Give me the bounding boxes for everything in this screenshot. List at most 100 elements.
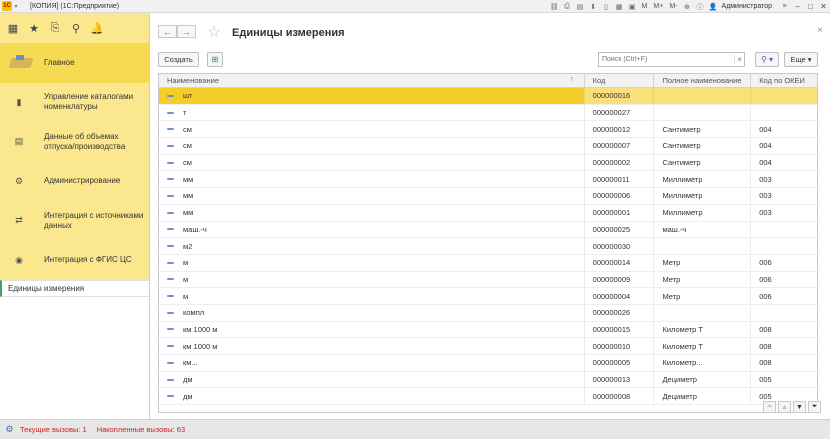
cell-code-text: 000000005 — [592, 358, 631, 368]
cell-okei: 006 — [751, 255, 817, 271]
column-header-code[interactable]: Код — [585, 74, 655, 87]
section-label: Управление каталогами номенклатуры — [44, 92, 134, 112]
cell-okei-text: 003 — [759, 191, 772, 201]
close-form-icon[interactable]: × — [817, 25, 823, 36]
calculator-icon[interactable]: ▣ — [627, 2, 638, 12]
cell-full-name-text: Сантиметр — [662, 124, 701, 134]
favorites-star-icon[interactable]: ★ — [25, 19, 43, 37]
column-header-full-name[interactable]: Полное наименование — [654, 74, 752, 87]
table-row[interactable]: мм 000000001 Миллиметр 003 — [159, 204, 817, 222]
performance-icon[interactable]: ⚙ — [4, 424, 15, 435]
cell-name: компл — [159, 304, 585, 321]
search-button[interactable]: ⚲ ▾ — [755, 52, 779, 67]
section-data-integration[interactable]: ⇄ Интеграция с источниками данных — [0, 201, 149, 241]
more-button[interactable]: Еще ▾ — [784, 52, 818, 67]
column-header-name[interactable]: Наименование ↑ — [159, 74, 585, 87]
user-icon[interactable]: 👤 — [707, 2, 718, 12]
minimize-icon[interactable]: – — [791, 1, 804, 13]
table-row[interactable]: компл 000000026 — [159, 304, 817, 322]
search-input[interactable] — [599, 53, 735, 66]
table-row[interactable]: дм 000000008 Дециметр 005 — [159, 388, 817, 406]
memory-plus-button[interactable]: M+ — [653, 3, 663, 10]
cell-name-text: мм — [183, 208, 194, 218]
table-row[interactable]: см 000000007 Сантиметр 004 — [159, 138, 817, 155]
document-icon[interactable]: ▯ — [601, 2, 612, 12]
table-row[interactable]: дм 000000013 Дециметр 005 — [159, 371, 817, 389]
table-row[interactable]: км 1000 м 000000015 Километр Т 008 — [159, 321, 817, 339]
table-row[interactable]: км 1000 м 000000010 Километр Т 008 — [159, 338, 817, 355]
favorite-star-icon[interactable]: ☆ — [207, 22, 221, 42]
link-icon[interactable]: ⛓ — [549, 2, 560, 12]
history-icon[interactable]: ⎘ — [46, 19, 64, 37]
scroll-top-button[interactable]: ⏶ — [763, 401, 776, 413]
table-row[interactable]: см 000000012 Сантиметр 004 — [159, 121, 817, 139]
bell-icon[interactable]: 🔔 — [88, 19, 106, 37]
cell-code-text: 000000010 — [592, 341, 631, 351]
command-bar: Создать ⊞ × ⚲ ▾ Еще ▾ — [158, 52, 823, 67]
section-label: Данные об объемах отпуска/производства — [44, 131, 126, 151]
menu-icon[interactable]: ≡ — [779, 2, 790, 12]
cell-okei: 003 — [751, 171, 817, 187]
print-icon[interactable]: ⎙ — [562, 2, 573, 12]
search-icon[interactable]: ⚲ — [67, 19, 85, 37]
cell-code: 000000001 — [585, 204, 655, 221]
cell-name-text: км 1000 м — [183, 341, 218, 351]
section-catalog-management[interactable]: ▮ Управление каталогами номенклатуры — [0, 83, 149, 123]
table-row[interactable]: м2 000000030 — [159, 238, 817, 255]
section-main[interactable]: Главное — [0, 43, 149, 83]
clear-search-icon[interactable]: × — [734, 55, 744, 64]
memory-button[interactable]: M — [642, 3, 648, 10]
catalog-icon: ▮ — [16, 96, 22, 107]
info-icon[interactable]: ⓘ — [694, 2, 705, 12]
table-row[interactable]: м 000000014 Метр 006 — [159, 254, 817, 272]
open-window-item[interactable]: Единицы измерения — [0, 280, 149, 297]
add-from-classifier-button[interactable]: ⊞ — [207, 52, 223, 67]
item-marker-icon — [167, 144, 174, 147]
app-logo-icon[interactable]: 1С — [2, 1, 12, 11]
scroll-bottom-button[interactable]: ⏷ — [808, 401, 821, 413]
zoom-icon[interactable]: ⊕ — [681, 2, 692, 12]
table-row[interactable]: мм 000000011 Миллиметр 003 — [159, 171, 817, 189]
fgis-icon: ◉ — [15, 254, 23, 265]
section-administration[interactable]: ⚙ Администрирование — [0, 162, 149, 202]
user-name[interactable]: Администратор — [721, 3, 772, 10]
home-logo-icon — [8, 54, 34, 71]
section-fgis-integration[interactable]: ◉ Интеграция с ФГИС ЦС — [0, 241, 149, 281]
item-marker-icon — [167, 261, 174, 264]
table-row[interactable]: маш.-ч 000000025 маш.-ч — [159, 221, 817, 239]
memory-minus-button[interactable]: M- — [669, 3, 677, 10]
item-marker-icon — [167, 111, 174, 114]
create-button[interactable]: Создать — [158, 52, 199, 67]
current-calls: Текущие вызовы: 1 — [20, 425, 87, 434]
cell-name: т — [159, 104, 585, 121]
table-row[interactable]: км... 000000005 Километр... 008 — [159, 355, 817, 372]
table-row[interactable]: см 000000002 Сантиметр 004 — [159, 154, 817, 172]
column-header-okei[interactable]: Код по ОКЕИ — [751, 74, 817, 87]
table-row[interactable]: т 000000027 — [159, 104, 817, 122]
item-marker-icon — [167, 311, 174, 314]
section-volume-data[interactable]: ▤ Данные об объемах отпуска/производства — [0, 122, 149, 162]
cell-name-text: маш.-ч — [183, 224, 207, 234]
grid-menu-icon[interactable]: ▦ — [4, 19, 22, 37]
maximize-icon[interactable]: □ — [804, 1, 817, 13]
table-row[interactable]: мм 000000006 Миллиметр 003 — [159, 188, 817, 205]
cell-code: 000000002 — [585, 154, 655, 171]
cell-code-text: 000000013 — [592, 375, 631, 385]
download-icon[interactable]: ⬇ — [588, 2, 599, 12]
cell-name-text: дм — [183, 391, 193, 401]
calendar-icon[interactable]: ▦ — [614, 2, 625, 12]
scroll-up-button[interactable]: ▲ — [778, 401, 791, 413]
cell-okei — [751, 88, 817, 104]
scroll-down-button[interactable]: ▼ — [793, 401, 806, 413]
chevron-down-icon[interactable]: ▾ — [12, 1, 20, 11]
forward-button[interactable]: → — [177, 25, 196, 38]
cell-okei-text: 008 — [759, 324, 772, 334]
table-row[interactable]: м 000000004 Метр 006 — [159, 288, 817, 305]
table-row[interactable]: м 000000009 Метр 006 — [159, 271, 817, 289]
cell-code: 000000015 — [585, 321, 655, 338]
back-button[interactable]: ← — [158, 25, 177, 38]
close-window-icon[interactable]: ✕ — [817, 1, 830, 13]
title-bar: 1С ▾ [КОПИЯ] (1С:Предприятие) ⛓ ⎙ ▤ ⬇ ▯ … — [0, 0, 830, 13]
save-icon[interactable]: ▤ — [575, 2, 586, 12]
table-row[interactable]: шт 000000016 — [159, 88, 817, 105]
